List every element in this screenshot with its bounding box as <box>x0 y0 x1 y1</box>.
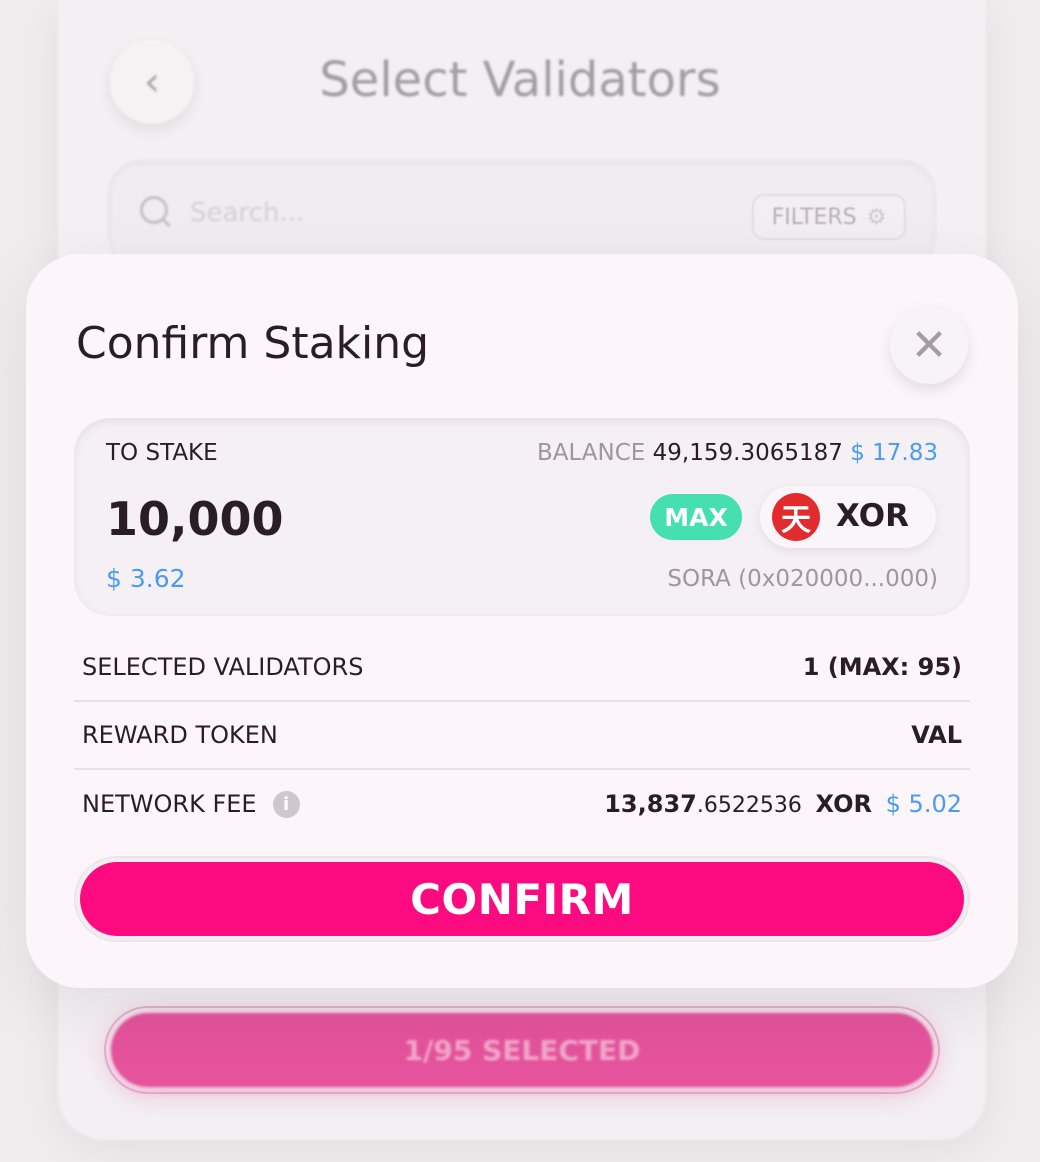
stake-amount-usd: $ 3.62 <box>106 564 186 593</box>
stake-amount-card: TO STAKE BALANCE 49,159.3065187 $ 17.83 … <box>74 418 970 616</box>
token-symbol: XOR <box>836 498 910 534</box>
info-icon[interactable]: i <box>272 790 300 818</box>
fee-usd: $ 5.02 <box>885 790 962 818</box>
modal-title: Confirm Staking <box>76 318 430 369</box>
balance-label: BALANCE <box>536 440 646 466</box>
reward-token-value: VAL <box>911 721 962 749</box>
selected-validators-value: 1 (MAX: 95) <box>802 653 962 681</box>
close-button[interactable]: ✕ <box>890 306 968 384</box>
gear-icon: ⚙ <box>866 204 887 230</box>
reward-token-row: REWARD TOKEN VAL <box>74 702 970 770</box>
fee-symbol: XOR <box>815 790 873 818</box>
balance-value: 49,159.3065187 <box>652 440 843 466</box>
network-fee-label: NETWORK FEE <box>82 790 257 818</box>
close-icon: ✕ <box>910 319 948 371</box>
balance-info: BALANCE 49,159.3065187 $ 17.83 <box>537 440 938 466</box>
selected-validators-label: SELECTED VALIDATORS <box>82 653 364 681</box>
token-selector[interactable]: 天 XOR <box>760 486 936 548</box>
search-icon <box>140 196 168 224</box>
stake-amount-input[interactable]: 10,000 <box>106 492 284 546</box>
filters-label: FILTERS <box>771 204 857 230</box>
max-button[interactable]: MAX <box>650 494 742 540</box>
search-placeholder: Search... <box>190 198 305 228</box>
xor-token-icon: 天 <box>772 493 820 541</box>
fee-integer: 13,837 <box>604 790 697 818</box>
confirm-button-frame: CONFIRM <box>74 856 970 942</box>
network-fee-value: 13,837.6522536 XOR $ 5.02 <box>604 790 962 818</box>
to-stake-label: TO STAKE <box>106 440 218 466</box>
page-title: Select Validators <box>319 52 721 108</box>
fee-decimal: .6522536 <box>696 793 802 818</box>
selected-validators-button[interactable]: 1/95 SELECTED <box>104 1006 940 1094</box>
selected-count-label: 1/95 SELECTED <box>111 1013 933 1087</box>
reward-token-label: REWARD TOKEN <box>82 721 278 749</box>
filters-button[interactable]: FILTERS ⚙ <box>752 194 906 240</box>
balance-usd: $ 17.83 <box>850 440 938 466</box>
confirm-button[interactable]: CONFIRM <box>80 862 964 936</box>
network-fee-row: NETWORK FEE i 13,837.6522536 XOR $ 5.02 <box>74 770 970 838</box>
selected-validators-row: SELECTED VALIDATORS 1 (MAX: 95) <box>74 634 970 702</box>
network-address: SORA (0x020000...000) <box>667 566 938 592</box>
confirm-staking-modal: Confirm Staking ✕ TO STAKE BALANCE 49,15… <box>26 254 1018 988</box>
